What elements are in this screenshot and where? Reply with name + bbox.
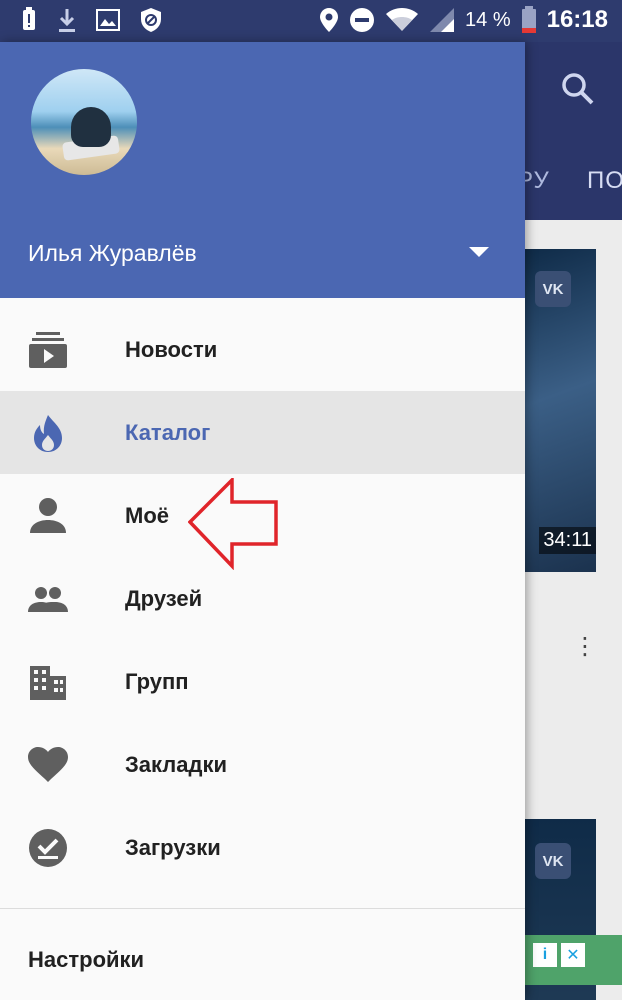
- menu-item-news[interactable]: Новости: [0, 308, 525, 391]
- background-tab-partial-2[interactable]: ПО: [587, 167, 622, 195]
- download-icon: [59, 9, 75, 32]
- video-thumbnail[interactable]: VK 34:11: [525, 249, 596, 572]
- battery-icon: [521, 6, 536, 33]
- person-icon: [28, 496, 68, 536]
- user-name[interactable]: Илья Журавлёв: [28, 240, 197, 267]
- do-not-disturb-icon: [350, 8, 375, 32]
- menu-item-catalog[interactable]: Каталог: [0, 391, 525, 474]
- alert-battery-icon: [23, 7, 35, 30]
- vk-logo-icon: VK: [535, 271, 571, 307]
- location-icon: [320, 8, 339, 32]
- menu-item-label: Закладки: [125, 752, 228, 777]
- settings-item[interactable]: Настройки: [28, 947, 144, 973]
- menu-item-downloads[interactable]: Загрузки: [0, 806, 525, 889]
- ad-info-icon[interactable]: i: [533, 943, 557, 967]
- background-toolbar: РУ ПО: [525, 42, 622, 220]
- divider: [0, 908, 525, 909]
- menu-item-bookmarks[interactable]: Закладки: [0, 723, 525, 806]
- download-done-icon: [28, 828, 68, 868]
- system-icons: 14 % 16:18: [319, 6, 608, 34]
- menu-item-label: Каталог: [125, 420, 211, 445]
- news-icon: [28, 330, 68, 370]
- menu-item-label: Групп: [125, 669, 189, 694]
- video-duration: 34:11: [539, 527, 596, 554]
- ad-close-icon[interactable]: ✕: [561, 943, 585, 967]
- ad-banner[interactable]: i ✕: [525, 935, 622, 985]
- background-tab-partial[interactable]: РУ: [525, 167, 550, 195]
- data-saver-icon: [141, 8, 161, 32]
- drawer-header: Илья Журавлёв: [0, 42, 525, 298]
- annotation-arrow-icon: [188, 478, 278, 570]
- menu-item-label: Загрузки: [125, 835, 221, 860]
- notification-icons: [20, 7, 164, 33]
- vk-logo-icon-2: VK: [535, 843, 571, 879]
- wifi-icon: [386, 8, 419, 31]
- avatar[interactable]: [31, 69, 137, 175]
- menu-item-label: Новости: [125, 337, 218, 362]
- battery-percent: 14 %: [465, 8, 511, 31]
- signal-icon: [430, 8, 455, 32]
- search-icon[interactable]: [561, 72, 595, 106]
- image-icon: [96, 9, 120, 31]
- dropdown-arrow-icon[interactable]: [469, 247, 489, 257]
- status-bar: 14 % 16:18: [0, 0, 622, 42]
- people-icon: [28, 579, 68, 619]
- flame-icon: [28, 413, 68, 453]
- menu-item-groups[interactable]: Групп: [0, 640, 525, 723]
- building-icon: [28, 662, 68, 702]
- background-app: РУ ПО VK 34:11 ⋮ VK i ✕: [525, 42, 622, 1000]
- heart-icon: [28, 745, 68, 785]
- more-options-icon[interactable]: ⋮: [573, 632, 597, 661]
- menu-item-label: Моё: [125, 503, 169, 528]
- clock: 16:18: [546, 6, 608, 33]
- drawer-menu: Новости Каталог Моё Друзей Групп Закладк…: [0, 308, 525, 889]
